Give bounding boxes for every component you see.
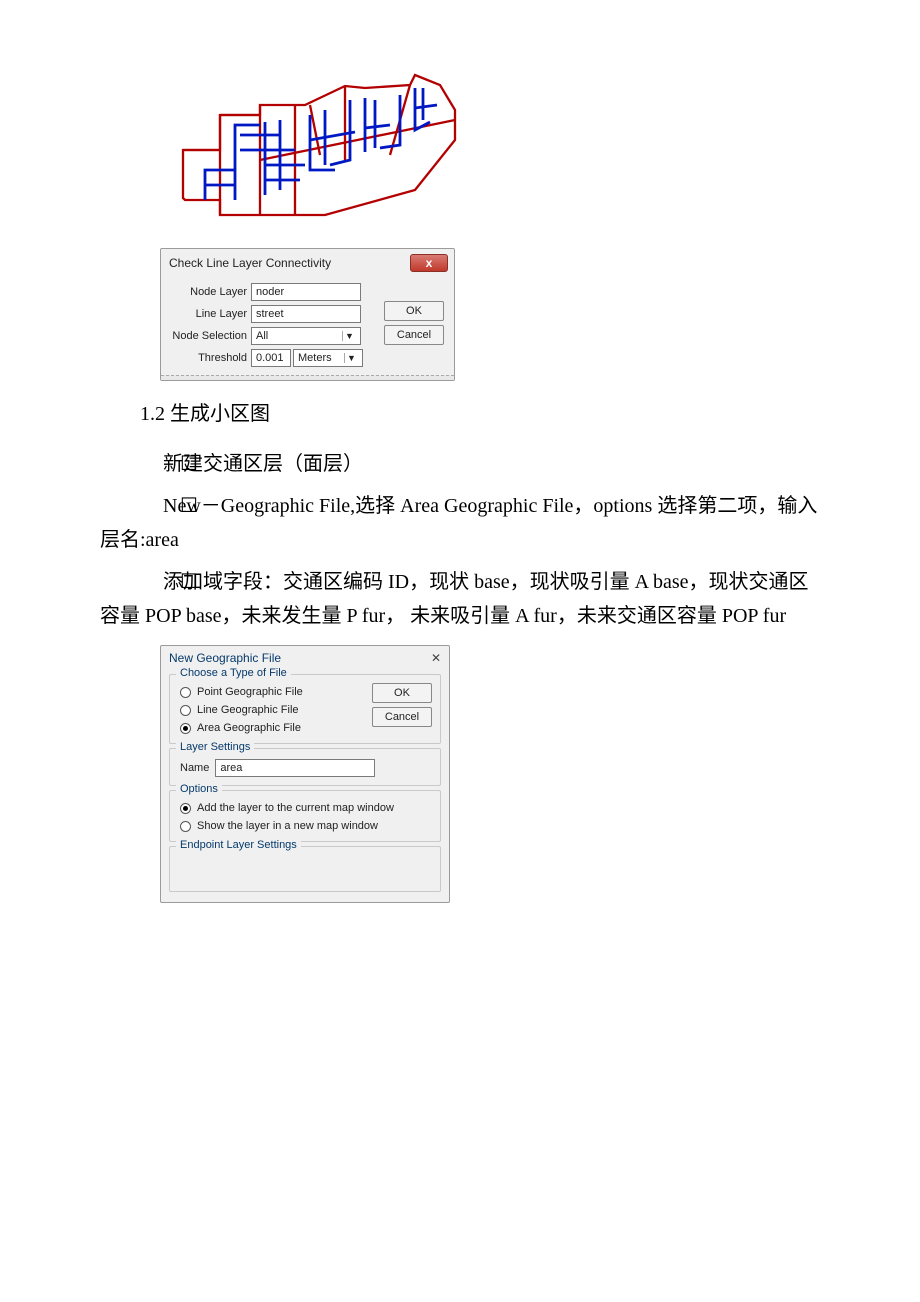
node-selection-label: Node Selection	[169, 330, 251, 342]
radio-add-current-window[interactable]: Add the layer to the current map window	[178, 799, 432, 817]
dialog-resize-grip	[161, 375, 454, 380]
group-legend: Layer Settings	[176, 741, 254, 753]
close-icon[interactable]: ✕	[431, 651, 441, 665]
radio-label: Point Geographic File	[197, 686, 303, 698]
name-label: Name	[180, 762, 209, 774]
layer-name-field[interactable]: area	[215, 759, 375, 777]
paragraph-line-4: ☐ 添加域字段：交通区编码 ID，现状 base，现状吸引量 A base，现状…	[100, 565, 820, 633]
radio-icon	[180, 705, 191, 716]
paragraph-line-2: ☐ 新建交通区层（面层）	[100, 447, 820, 481]
threshold-label: Threshold	[169, 352, 251, 364]
threshold-unit-dropdown[interactable]: Meters ▼	[293, 349, 363, 367]
cancel-button[interactable]: Cancel	[384, 325, 444, 345]
node-selection-dropdown[interactable]: All ▼	[251, 327, 361, 345]
radio-icon	[180, 687, 191, 698]
radio-icon	[180, 821, 191, 832]
layer-settings-group: Layer Settings Name area	[169, 748, 441, 786]
ok-button[interactable]: OK	[372, 683, 432, 703]
dialog-titlebar: Check Line Layer Connectivity x	[161, 249, 454, 277]
check-connectivity-dialog: Check Line Layer Connectivity x Node Lay…	[160, 248, 455, 381]
network-map-figure	[100, 60, 820, 248]
paragraph-text: New－Geographic File,选择 Area Geographic F…	[100, 495, 817, 551]
threshold-unit-value: Meters	[298, 352, 332, 364]
node-selection-value: All	[256, 330, 268, 342]
paragraph-text: 添加域字段：交通区编码 ID，现状 base，现状吸引量 A base，现状交通…	[100, 571, 809, 627]
dialog-title: New Geographic File	[169, 651, 281, 665]
cancel-button[interactable]: Cancel	[372, 707, 432, 727]
radio-label: Add the layer to the current map window	[197, 802, 394, 814]
bullet-icon: ☐	[140, 565, 158, 599]
dialog-title: Check Line Layer Connectivity	[169, 256, 331, 270]
close-button[interactable]: x	[410, 254, 448, 272]
node-layer-field[interactable]: noder	[251, 283, 361, 301]
group-legend: Options	[176, 783, 222, 795]
paragraph-text: 新建交通区层（面层）	[158, 453, 363, 475]
radio-icon	[180, 803, 191, 814]
threshold-value-field[interactable]: 0.001	[251, 349, 291, 367]
radio-icon	[180, 723, 191, 734]
radio-label: Area Geographic File	[197, 722, 301, 734]
radio-label: Line Geographic File	[197, 704, 299, 716]
new-geographic-file-dialog: New Geographic File ✕ Choose a Type of F…	[160, 645, 450, 903]
bullet-icon: ☐	[140, 489, 158, 523]
endpoint-layer-settings-group: Endpoint Layer Settings	[169, 846, 441, 892]
bullet-icon: ☐	[140, 447, 158, 481]
section-heading: 1.2 生成小区图	[100, 397, 820, 431]
radio-label: Show the layer in a new map window	[197, 820, 378, 832]
close-icon: x	[426, 256, 433, 270]
chevron-down-icon: ▼	[344, 353, 358, 363]
line-layer-field[interactable]: street	[251, 305, 361, 323]
group-legend: Choose a Type of File	[176, 667, 291, 679]
options-group: Options Add the layer to the current map…	[169, 790, 441, 842]
ok-button[interactable]: OK	[384, 301, 444, 321]
paragraph-line-3: ☐ New－Geographic File,选择 Area Geographic…	[100, 489, 820, 557]
group-legend: Endpoint Layer Settings	[176, 839, 301, 851]
chevron-down-icon: ▼	[342, 331, 356, 341]
radio-new-window[interactable]: Show the layer in a new map window	[178, 817, 432, 835]
line-layer-label: Line Layer	[169, 308, 251, 320]
node-layer-label: Node Layer	[169, 286, 251, 298]
file-type-group: Choose a Type of File Point Geographic F…	[169, 674, 441, 744]
